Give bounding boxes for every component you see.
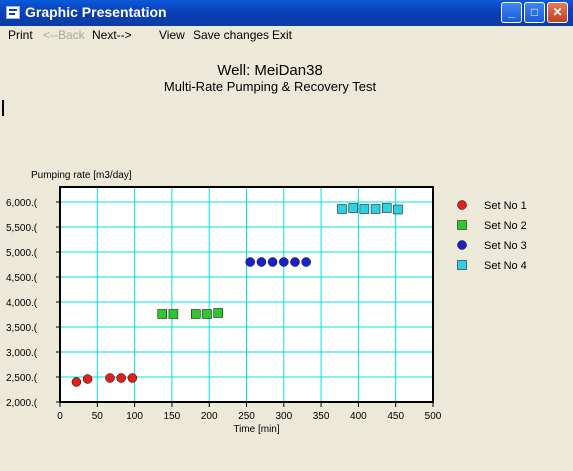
- data-point-set1: [71, 377, 82, 387]
- x-tick-label: 300: [275, 411, 292, 422]
- data-point-set4: [359, 204, 370, 214]
- x-tick-label: 500: [425, 411, 442, 422]
- data-point-set4: [381, 203, 392, 213]
- x-tick-label: 200: [201, 411, 218, 422]
- y-tick-label: 2,000.(: [6, 398, 38, 409]
- y-tick-label: 4,500.(: [6, 273, 38, 284]
- x-tick-label: 150: [164, 411, 181, 422]
- data-point-set3: [301, 257, 311, 267]
- legend-label-set2: Set No 2: [484, 220, 527, 232]
- data-point-set1: [116, 373, 126, 383]
- x-tick-label: 450: [387, 411, 404, 422]
- x-tick-label: 0: [57, 411, 63, 422]
- legend-marker-set4: [457, 260, 467, 270]
- data-point-set2: [202, 309, 212, 319]
- data-point-set3: [267, 257, 278, 267]
- legend-label-set4: Set No 4: [484, 260, 527, 272]
- y-tick-label: 4,000.(: [6, 298, 38, 309]
- y-tick-label: 6,000.(: [6, 198, 38, 209]
- y-tick-label: 5,500.(: [6, 223, 38, 234]
- y-tick-label: 3,000.(: [6, 348, 38, 359]
- x-tick-label: 100: [126, 411, 143, 422]
- x-tick-label: 350: [313, 411, 330, 422]
- legend-label-set3: Set No 3: [484, 240, 527, 252]
- y-tick-label: 3,500.(: [6, 323, 38, 334]
- data-point-set1: [105, 373, 115, 383]
- legend-label-set1: Set No 1: [484, 200, 527, 212]
- x-tick-label: 400: [350, 411, 367, 422]
- legend-marker-set1: [457, 200, 467, 210]
- y-tick-label: 5,000.(: [6, 248, 38, 259]
- data-point-set4: [348, 203, 358, 213]
- data-point-set4: [337, 204, 347, 214]
- data-point-set2: [168, 309, 179, 319]
- y-axis-label: Pumping rate [m3/day]: [31, 170, 132, 181]
- scatter-chart: 0 50 100 150 200 250 300 350 400 450 500 2,000.( 2,5…: [6, 170, 527, 435]
- data-point-set2: [191, 309, 201, 319]
- data-point-set2: [213, 308, 223, 318]
- y-tick-label: 2,500.(: [6, 373, 38, 384]
- legend-marker-set3: [457, 240, 467, 250]
- x-tick-label: 250: [238, 411, 255, 422]
- legend-marker-set2: [457, 220, 467, 230]
- data-point-set1: [127, 373, 138, 383]
- data-point-set1: [82, 374, 93, 384]
- data-point-set2: [157, 309, 167, 319]
- x-axis-label: Time [min]: [233, 424, 280, 435]
- data-point-set4: [370, 204, 381, 214]
- data-point-set4: [393, 204, 403, 215]
- data-point-set3: [279, 257, 289, 267]
- data-point-set3: [256, 257, 267, 267]
- x-tick-label: 50: [92, 411, 104, 422]
- data-point-set3: [290, 257, 300, 267]
- data-point-set3: [245, 257, 255, 267]
